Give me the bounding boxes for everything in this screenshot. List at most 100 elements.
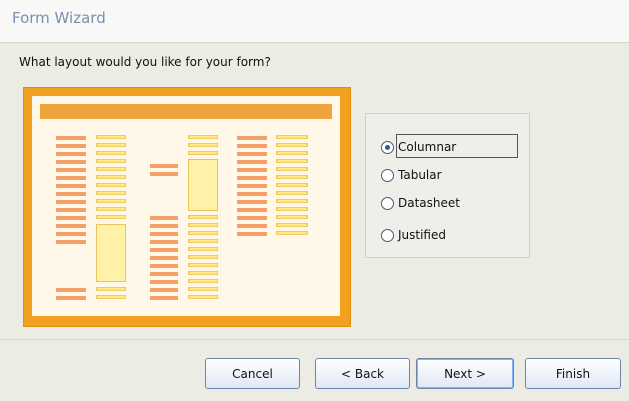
preview-label — [150, 296, 178, 300]
preview-label — [237, 216, 267, 220]
finish-button[interactable]: Finish — [525, 358, 621, 389]
radio-tabular[interactable]: Tabular — [381, 166, 442, 184]
preview-label — [150, 256, 178, 260]
preview-field — [188, 279, 218, 283]
preview-label — [56, 224, 86, 228]
preview-label — [237, 160, 267, 164]
preview-label — [56, 296, 86, 300]
preview-label — [56, 184, 86, 188]
preview-label — [56, 288, 86, 292]
layout-options-group: Columnar Tabular Datasheet Justified — [365, 113, 530, 258]
preview-label — [237, 192, 267, 196]
preview-label — [150, 264, 178, 268]
preview-label — [56, 216, 86, 220]
preview-label — [150, 248, 178, 252]
preview-header-bar — [40, 104, 332, 119]
preview-field — [188, 271, 218, 275]
preview-label — [150, 288, 178, 292]
preview-field — [276, 215, 308, 219]
preview-label — [150, 172, 178, 176]
preview-field — [188, 295, 218, 299]
preview-field — [276, 167, 308, 171]
title-bar: Form Wizard — [0, 0, 629, 43]
preview-label — [150, 280, 178, 284]
preview-memo-field — [188, 159, 218, 211]
preview-label — [237, 144, 267, 148]
preview-label — [237, 176, 267, 180]
radio-columnar[interactable]: Columnar — [381, 138, 456, 156]
preview-field — [96, 207, 126, 211]
layout-preview-canvas — [32, 96, 340, 316]
preview-label — [150, 224, 178, 228]
preview-label — [150, 272, 178, 276]
radio-button[interactable] — [381, 168, 394, 182]
preview-field — [188, 223, 218, 227]
preview-label — [237, 232, 267, 236]
radio-button[interactable] — [381, 228, 394, 242]
preview-field — [96, 287, 126, 291]
preview-label — [150, 232, 178, 236]
preview-field — [276, 207, 308, 211]
preview-field — [96, 183, 126, 187]
preview-field — [96, 143, 126, 147]
preview-field — [276, 175, 308, 179]
radio-label: Columnar — [398, 140, 457, 154]
preview-label — [56, 136, 86, 140]
preview-field — [188, 231, 218, 235]
preview-field — [188, 263, 218, 267]
preview-field — [276, 159, 308, 163]
preview-field — [96, 151, 126, 155]
radio-justified[interactable]: Justified — [381, 226, 446, 244]
radio-selected-dot — [385, 144, 390, 150]
preview-label — [150, 164, 178, 168]
preview-field — [188, 151, 218, 155]
radio-datasheet[interactable]: Datasheet — [381, 194, 460, 212]
form-wizard-dialog: Form Wizard What layout would you like f… — [0, 0, 629, 401]
preview-field — [276, 143, 308, 147]
preview-field — [188, 247, 218, 251]
preview-label — [56, 168, 86, 172]
preview-label — [56, 144, 86, 148]
preview-label — [237, 208, 267, 212]
radio-button[interactable] — [381, 196, 394, 210]
preview-label — [150, 216, 178, 220]
preview-field — [276, 199, 308, 203]
preview-label — [237, 200, 267, 204]
radio-button[interactable] — [381, 140, 394, 154]
preview-field — [188, 287, 218, 291]
preview-field — [96, 215, 126, 219]
preview-label — [56, 200, 86, 204]
preview-field — [96, 295, 126, 299]
preview-field — [188, 135, 218, 139]
preview-field — [96, 135, 126, 139]
preview-label — [150, 240, 178, 244]
cancel-button[interactable]: Cancel — [205, 358, 300, 389]
preview-field — [276, 151, 308, 155]
preview-label — [237, 168, 267, 172]
radio-label: Datasheet — [398, 196, 460, 210]
preview-label — [237, 184, 267, 188]
preview-field — [96, 175, 126, 179]
preview-field — [96, 199, 126, 203]
preview-label — [56, 192, 86, 196]
preview-label — [237, 152, 267, 156]
preview-label — [237, 224, 267, 228]
radio-label: Tabular — [398, 168, 442, 182]
window-title: Form Wizard — [12, 9, 106, 27]
preview-field — [96, 191, 126, 195]
preview-label — [56, 240, 86, 244]
back-button[interactable]: < Back — [315, 358, 410, 389]
preview-field — [276, 223, 308, 227]
next-button[interactable]: Next > — [416, 358, 514, 389]
footer-divider — [0, 339, 629, 340]
preview-field — [276, 191, 308, 195]
preview-label — [56, 232, 86, 236]
preview-field — [188, 143, 218, 147]
preview-field — [188, 255, 218, 259]
preview-field — [276, 183, 308, 187]
preview-label — [56, 208, 86, 212]
preview-label — [56, 152, 86, 156]
preview-field — [188, 215, 218, 219]
preview-field — [276, 135, 308, 139]
preview-label — [56, 176, 86, 180]
